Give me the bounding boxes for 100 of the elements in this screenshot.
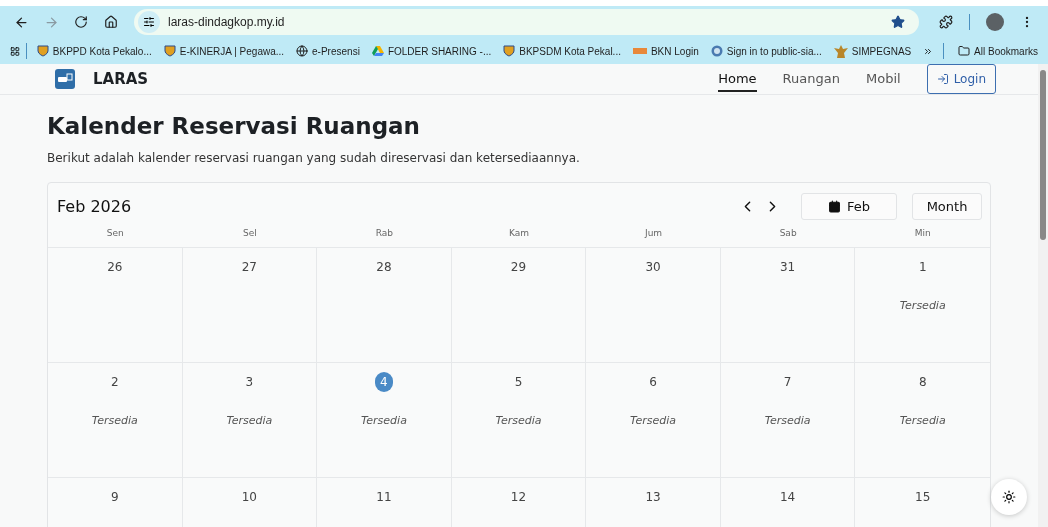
bookmark-item[interactable]: BKPPD Kota Pekalo... bbox=[32, 43, 156, 59]
day-number: 31 bbox=[779, 259, 797, 276]
day-number: 10 bbox=[240, 489, 258, 506]
day-cell[interactable]: 6 Tersedia bbox=[586, 363, 721, 478]
day-cell[interactable]: 9 bbox=[48, 478, 183, 527]
availability-label: Tersedia bbox=[495, 414, 542, 427]
day-cell[interactable]: 26 bbox=[48, 248, 183, 363]
day-number: 6 bbox=[648, 374, 658, 391]
bookmark-item[interactable]: e-Presensi bbox=[292, 43, 364, 59]
today-button[interactable]: Feb bbox=[801, 192, 897, 220]
home-icon bbox=[104, 15, 118, 29]
globe-icon bbox=[296, 45, 309, 57]
sliders-icon bbox=[143, 16, 155, 28]
forward-arrow-icon bbox=[43, 14, 59, 30]
availability-label: Tersedia bbox=[764, 414, 811, 427]
availability-label: Tersedia bbox=[226, 414, 273, 427]
day-cell[interactable]: 28 bbox=[317, 248, 452, 363]
emblem-icon bbox=[833, 44, 848, 58]
address-bar[interactable]: laras-dindagkop.my.id bbox=[134, 9, 919, 35]
day-cell[interactable]: 30 bbox=[586, 248, 721, 363]
drive-icon bbox=[371, 45, 384, 57]
weekday-header: Sel bbox=[182, 221, 318, 248]
weekday-header: Kam bbox=[451, 221, 587, 248]
view-button[interactable]: Month bbox=[912, 192, 982, 220]
day-cell[interactable]: 31 bbox=[720, 248, 856, 363]
day-number: 3 bbox=[244, 374, 255, 391]
day-cell[interactable]: 27 bbox=[182, 248, 318, 363]
nav-link[interactable]: Home bbox=[718, 66, 757, 92]
day-number: 27 bbox=[240, 259, 258, 276]
login-icon bbox=[936, 73, 949, 85]
puzzle-icon bbox=[939, 15, 953, 29]
day-cell[interactable]: 10 bbox=[182, 478, 318, 527]
page-description: Berikut adalah kalender reservasi ruangan yang sudah direservasi dan ketersediaannya. bbox=[47, 151, 581, 165]
availability-label: Tersedia bbox=[630, 414, 677, 427]
day-number: 7 bbox=[782, 374, 793, 391]
profile-avatar[interactable] bbox=[986, 13, 1004, 31]
day-cell[interactable]: 14 bbox=[720, 478, 856, 527]
weekday-header: Min bbox=[855, 221, 990, 248]
shield-icon bbox=[503, 45, 516, 57]
folder-icon bbox=[958, 45, 971, 57]
shield-icon bbox=[36, 45, 49, 57]
day-number: 2 bbox=[109, 374, 120, 391]
availability-label: Tersedia bbox=[91, 414, 138, 427]
day-cell[interactable]: 15 bbox=[855, 478, 990, 527]
page-title: Kalender Reservasi Ruangan bbox=[47, 113, 421, 139]
day-number: 11 bbox=[375, 489, 393, 506]
site-settings-icon[interactable] bbox=[138, 11, 160, 33]
weekday-header: Rab bbox=[317, 221, 452, 248]
login-button[interactable]: Login bbox=[926, 64, 996, 94]
day-cell[interactable]: 12 bbox=[451, 478, 587, 527]
day-number: 29 bbox=[509, 259, 528, 276]
day-cell[interactable]: 7 Tersedia bbox=[720, 363, 856, 478]
availability-label: Tersedia bbox=[899, 299, 946, 312]
apps-grid-icon[interactable] bbox=[10, 44, 21, 58]
day-number: 26 bbox=[106, 259, 124, 276]
day-number: 15 bbox=[914, 489, 932, 506]
day-number: 14 bbox=[779, 489, 797, 506]
bookmark-item[interactable]: SIMPEGNAS bbox=[829, 42, 916, 60]
weekday-header: Jum bbox=[586, 221, 721, 248]
scrollbar[interactable] bbox=[1038, 64, 1048, 527]
day-cell[interactable]: 8 Tersedia bbox=[855, 363, 990, 478]
car-calendar-logo-icon bbox=[55, 69, 75, 89]
day-cell[interactable]: 29 bbox=[451, 248, 587, 363]
day-cell[interactable]: 13 bbox=[586, 478, 721, 527]
bkn-logo-icon bbox=[632, 48, 647, 54]
day-number: 1 bbox=[917, 259, 928, 276]
bookmark-star-icon[interactable] bbox=[891, 15, 905, 29]
url-text: laras-dindagkop.my.id bbox=[168, 15, 286, 29]
bookmark-item[interactable]: E-KINERJA | Pegawa... bbox=[159, 43, 289, 59]
nav-link[interactable]: Ruangan bbox=[782, 66, 840, 92]
day-cell[interactable]: 11 bbox=[317, 478, 452, 527]
day-cell[interactable]: 1 Tersedia bbox=[855, 248, 990, 363]
bookmark-item[interactable]: Sign in to public-sia... bbox=[706, 43, 826, 59]
day-cell[interactable]: 3 Tersedia bbox=[182, 363, 318, 478]
all-bookmarks-button[interactable]: All Bookmarks bbox=[954, 43, 1042, 59]
bookmark-item[interactable]: BKN Login bbox=[628, 43, 703, 59]
calendar-icon bbox=[828, 199, 841, 213]
day-number: 28 bbox=[375, 259, 393, 276]
nav-link[interactable]: Mobil bbox=[865, 66, 901, 92]
weekday-header: Sen bbox=[48, 221, 183, 248]
day-number: 8 bbox=[917, 374, 928, 391]
availability-label: Tersedia bbox=[360, 414, 407, 427]
availability-label: Tersedia bbox=[899, 414, 946, 427]
day-number: 5 bbox=[513, 374, 524, 391]
weekday-header: Sab bbox=[720, 221, 856, 248]
day-cell[interactable]: 4 Tersedia bbox=[317, 363, 452, 478]
bookmark-item[interactable]: BKPSDM Kota Pekal... bbox=[499, 43, 625, 59]
day-number: 4 bbox=[374, 372, 393, 392]
portal-logo-icon bbox=[710, 45, 723, 57]
shield-icon bbox=[163, 45, 176, 57]
bookmark-item[interactable]: FOLDER SHARING -... bbox=[367, 43, 496, 59]
day-number: 30 bbox=[644, 259, 662, 276]
brand-name: LARAS bbox=[93, 70, 150, 88]
day-cell[interactable]: 5 Tersedia bbox=[451, 363, 587, 478]
month-label: Feb 2026 bbox=[57, 196, 133, 216]
reload-icon bbox=[74, 15, 88, 29]
day-number: 9 bbox=[109, 489, 120, 506]
sun-icon bbox=[1002, 490, 1016, 504]
day-number: 13 bbox=[644, 489, 662, 506]
day-cell[interactable]: 2 Tersedia bbox=[48, 363, 183, 478]
